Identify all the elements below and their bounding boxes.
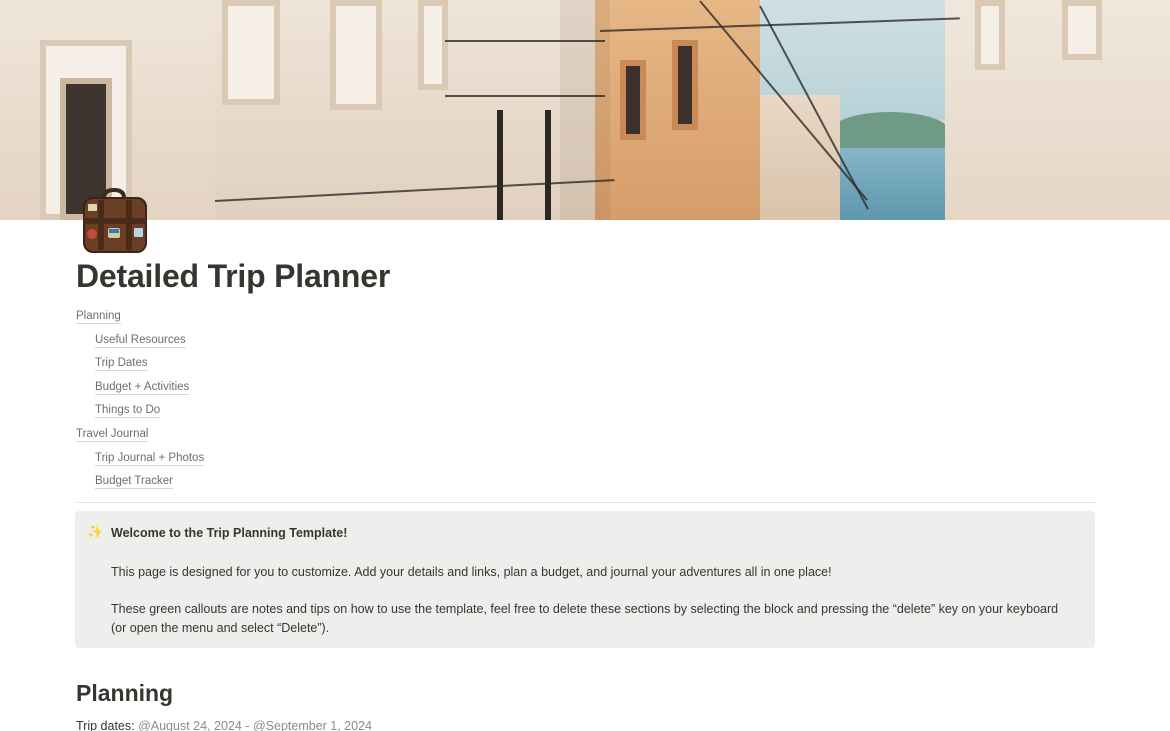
toc-item-label: Trip Dates	[95, 357, 148, 372]
page-title: Detailed Trip Planner	[76, 258, 391, 294]
cover-sea	[840, 148, 950, 220]
cover-window	[620, 60, 646, 140]
callout-heading: Welcome to the Trip Planning Template!	[111, 526, 348, 540]
toc-item-trip-dates[interactable]: Trip Dates	[76, 353, 476, 377]
toc-item-useful-resources[interactable]: Useful Resources	[76, 330, 476, 354]
toc-item-budget-tracker[interactable]: Budget Tracker	[76, 471, 476, 495]
suitcase-icon[interactable]	[78, 184, 150, 256]
toc-item-planning[interactable]: Planning	[76, 306, 476, 330]
toc-item-travel-journal[interactable]: Travel Journal	[76, 424, 476, 448]
end-date-mention[interactable]: @September 1, 2024	[253, 719, 372, 731]
toc-item-label: Budget + Activities	[95, 380, 190, 395]
welcome-callout[interactable]: ✨ Welcome to the Trip Planning Template!…	[75, 511, 1095, 648]
sparkles-icon[interactable]: ✨	[87, 524, 103, 540]
trip-dates-label: Trip dates:	[76, 719, 135, 731]
start-date-mention[interactable]: @August 24, 2024	[138, 719, 242, 731]
cover-window	[672, 40, 698, 130]
table-of-contents: Planning Useful Resources Trip Dates Bud…	[76, 306, 476, 495]
toc-item-budget-activities[interactable]: Budget + Activities	[76, 377, 476, 401]
cover-window	[418, 0, 448, 90]
toc-item-label: Trip Journal + Photos	[95, 451, 205, 466]
trip-dates-line: Trip dates: @August 24, 2024 - @Septembe…	[76, 719, 372, 731]
cover-window	[1062, 0, 1102, 60]
cover-shadow	[560, 0, 610, 220]
planning-heading: Planning	[76, 680, 174, 706]
cover-wire	[445, 95, 605, 97]
cover-window	[975, 0, 1005, 70]
toc-item-label: Useful Resources	[95, 333, 186, 348]
cover-window	[330, 0, 382, 110]
cover-window	[222, 0, 280, 105]
callout-paragraph: This page is designed for you to customi…	[111, 565, 832, 579]
cover-pole	[545, 110, 551, 220]
toc-item-things-to-do[interactable]: Things to Do	[76, 400, 476, 424]
toc-item-trip-journal-photos[interactable]: Trip Journal + Photos	[76, 448, 476, 472]
cover-wire	[445, 40, 605, 42]
toc-item-label: Budget Tracker	[95, 475, 173, 490]
cover-hill	[830, 112, 950, 152]
cover-building	[760, 95, 840, 220]
toc-item-label: Planning	[76, 310, 121, 324]
divider	[76, 502, 1095, 503]
callout-paragraph: These green callouts are notes and tips …	[111, 602, 1059, 635]
cover-image[interactable]	[0, 0, 1170, 220]
toc-item-label: Things to Do	[95, 404, 161, 419]
date-separator: -	[245, 719, 250, 731]
cover-pole	[497, 110, 503, 220]
toc-item-label: Travel Journal	[76, 427, 149, 442]
